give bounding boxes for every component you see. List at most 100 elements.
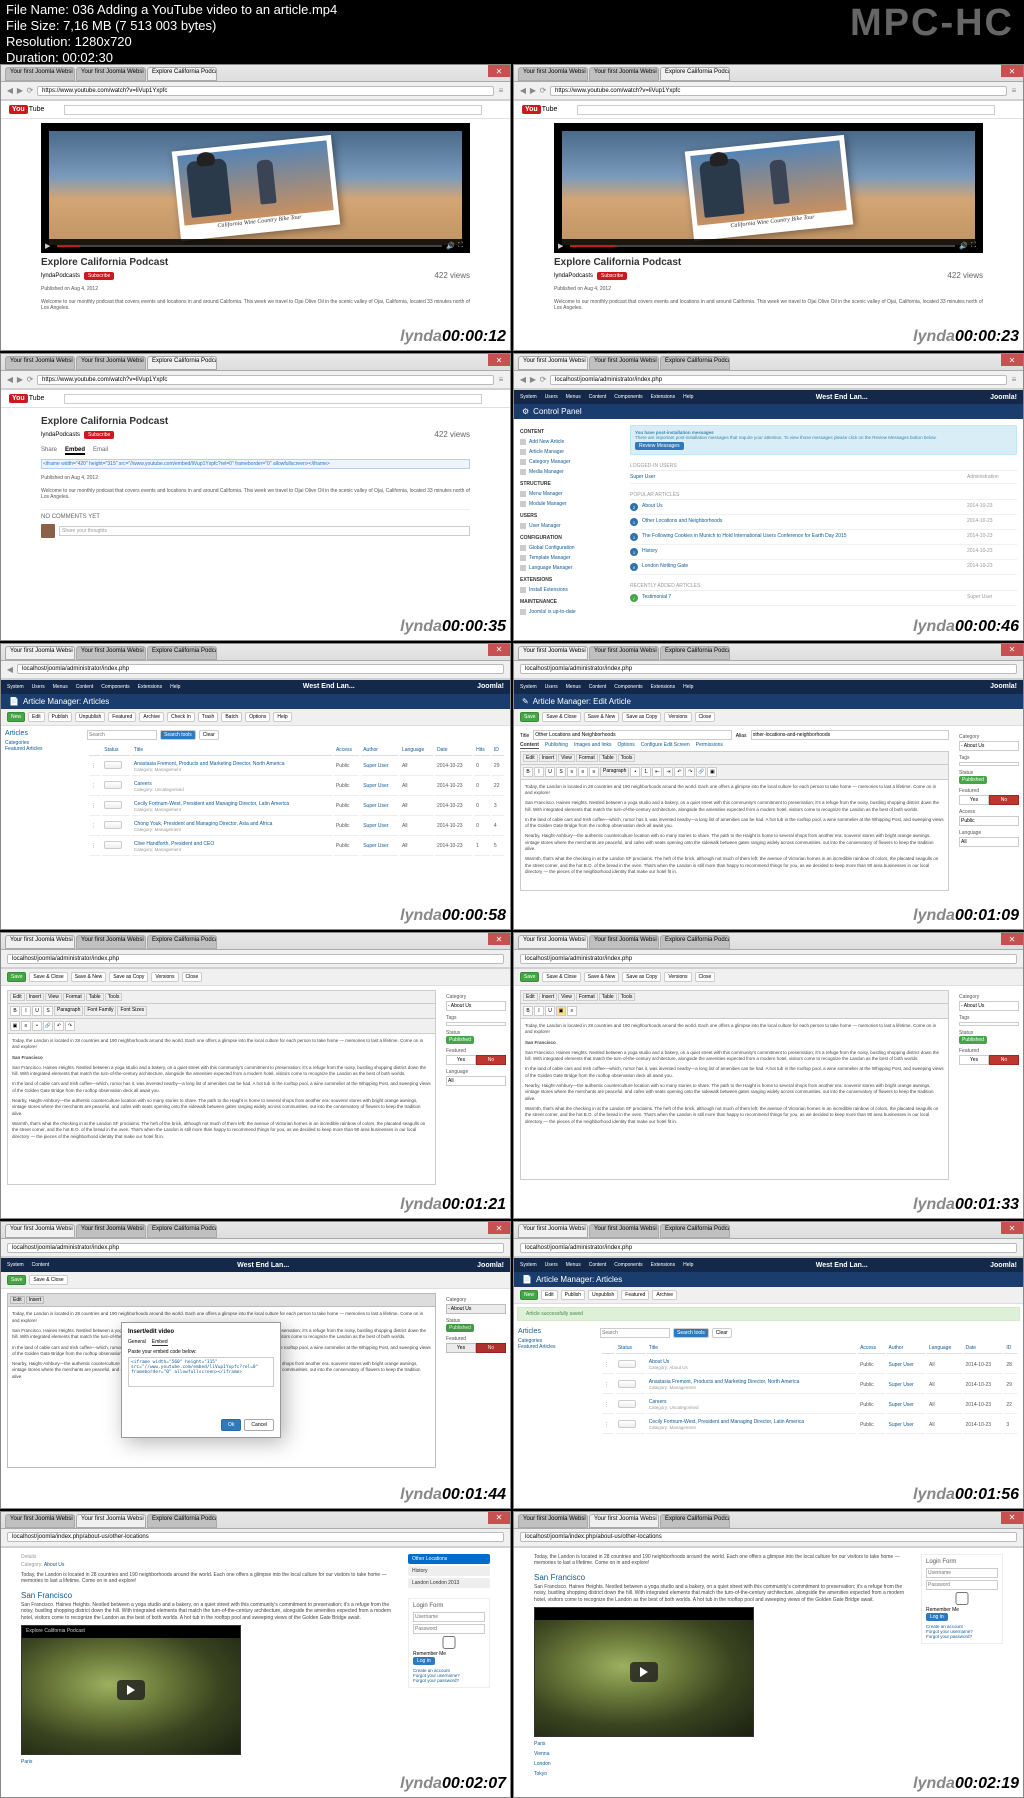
video-insert-icon[interactable]: ▣ (556, 1006, 566, 1016)
align-left-icon[interactable]: ≡ (567, 767, 577, 777)
embedded-video[interactable]: Explore California Podcast (21, 1625, 241, 1755)
featured-button[interactable]: Featured (108, 712, 136, 722)
search-input[interactable] (87, 730, 157, 740)
volume-icon[interactable]: 🔊 (446, 242, 454, 250)
subscribe-button[interactable]: Subscribe (84, 272, 114, 280)
indent-icon[interactable]: ⇥ (663, 767, 673, 777)
menu-help[interactable]: Help (683, 394, 693, 400)
menu-menus[interactable]: Menus (566, 394, 581, 400)
password-input[interactable] (413, 1624, 485, 1634)
menu-icon[interactable]: ≡ (496, 86, 506, 96)
insert-video-modal: Insert/edit video GeneralEmbed Paste you… (121, 1322, 281, 1438)
sidebar-article-mgr[interactable]: Article Manager (520, 447, 618, 457)
edit-button[interactable]: Edit (28, 712, 45, 722)
menu-users[interactable]: Users (545, 394, 558, 400)
unpublish-button[interactable]: Unpublish (75, 712, 105, 722)
strike-icon[interactable]: S (556, 767, 566, 777)
table-row[interactable]: ⋮Chong Youk, President and Managing Dire… (89, 818, 504, 836)
nav-other-locations[interactable]: Other Locations (408, 1554, 490, 1564)
review-messages-button[interactable]: Review Messages (635, 442, 684, 450)
save-copy-button[interactable]: Save as Copy (622, 712, 661, 722)
video-insert-icon[interactable]: ▣ (10, 1021, 20, 1031)
link-icon[interactable]: 🔗 (696, 767, 706, 777)
alias-input[interactable] (751, 730, 949, 740)
url-input[interactable]: https://www.youtube.com/watch?v=liVup1Yx… (37, 86, 494, 96)
play-icon[interactable]: ▶ (45, 242, 53, 250)
options-button[interactable]: Options (245, 712, 270, 722)
status-badge[interactable]: Published (959, 776, 987, 784)
help-button[interactable]: Help (273, 712, 291, 722)
share-tab-embed[interactable]: Embed (65, 447, 85, 455)
close-button[interactable]: Close (695, 712, 716, 722)
table-row[interactable]: ⋮Clive Handforth, President and CEOCateg… (89, 838, 504, 856)
search-tools-button[interactable]: Search tools (160, 730, 196, 740)
play-icon[interactable] (117, 1680, 145, 1700)
window-close-button[interactable]: ✕ (488, 65, 510, 77)
sidebar-category-mgr[interactable]: Category Manager (520, 457, 618, 467)
window-close-button[interactable]: ✕ (1001, 65, 1023, 77)
italic-icon[interactable]: I (534, 767, 544, 777)
save-new-button[interactable]: Save & New (584, 712, 620, 722)
embedded-video[interactable] (534, 1607, 754, 1737)
video-controls[interactable]: ▶ 🔊 ⛶ (41, 239, 470, 253)
play-icon[interactable] (630, 1662, 658, 1682)
menu-extensions[interactable]: Extensions (651, 394, 675, 400)
bold-icon[interactable]: B (523, 767, 533, 777)
new-button[interactable]: New (7, 712, 25, 722)
editor-body[interactable]: Today, the Landon is located in 28 count… (521, 780, 948, 890)
category-select[interactable]: - About Us (959, 741, 1019, 751)
sidebar-add-article[interactable]: Add New Article (520, 437, 618, 447)
embed-code-input[interactable]: <iframe width="420" height="315" src="//… (41, 459, 470, 469)
back-icon[interactable]: ◀ (5, 86, 15, 96)
image-icon[interactable]: ▣ (707, 767, 717, 777)
outdent-icon[interactable]: ⇤ (652, 767, 662, 777)
youtube-logo-icon[interactable]: You (9, 105, 28, 114)
align-center-icon[interactable]: ≡ (578, 767, 588, 777)
browser-tab[interactable]: Explore California Podcast (147, 67, 217, 81)
share-tab-share[interactable]: Share (41, 447, 57, 455)
undo-icon[interactable]: ↶ (674, 767, 684, 777)
table-row[interactable]: ⋮CareersCategory: UncategorisedPublicSup… (89, 778, 504, 796)
remember-checkbox[interactable] (413, 1636, 485, 1649)
clear-button[interactable]: Clear (199, 730, 219, 740)
align-right-icon[interactable]: ≡ (589, 767, 599, 777)
progress-bar[interactable] (57, 245, 442, 247)
menu-components[interactable]: Components (614, 394, 642, 400)
reload-icon[interactable]: ⟳ (25, 86, 35, 96)
browser-tab[interactable]: Your first Joomla Websi (5, 67, 75, 81)
table-row[interactable]: ⋮Cecily Fortnum-West, President and Mana… (89, 798, 504, 816)
save-close-button[interactable]: Save & Close (542, 712, 580, 722)
modal-tab-general[interactable]: General (128, 1339, 146, 1346)
title-input[interactable] (533, 730, 731, 740)
ok-button[interactable]: Ok (221, 1419, 241, 1431)
archive-button[interactable]: Archive (139, 712, 164, 722)
menu-system[interactable]: System (520, 394, 537, 400)
username-input[interactable] (413, 1612, 485, 1622)
redo-icon[interactable]: ↷ (685, 767, 695, 777)
publish-button[interactable]: Publish (48, 712, 72, 722)
versions-button[interactable]: Versions (664, 712, 691, 722)
share-tab-email[interactable]: Email (93, 447, 108, 455)
embed-code-textarea[interactable]: <iframe width="560" height="315" src="//… (128, 1357, 274, 1387)
comment-input[interactable]: Share your thoughts (59, 526, 470, 536)
sidebar-media-mgr[interactable]: Media Manager (520, 467, 618, 477)
fullscreen-icon[interactable]: ⛶ (458, 242, 466, 250)
youtube-search-input[interactable] (64, 105, 482, 115)
underline-icon[interactable]: U (545, 767, 555, 777)
checkin-button[interactable]: Check In (167, 712, 195, 722)
menu-content[interactable]: Content (589, 394, 607, 400)
save-button[interactable]: Save (520, 712, 539, 722)
trash-button[interactable]: Trash (198, 712, 219, 722)
cancel-button[interactable]: Cancel (244, 1419, 274, 1431)
tags-select[interactable] (959, 762, 1019, 766)
table-row[interactable]: ⋮Anastasia Fremont, Products and Marketi… (89, 758, 504, 776)
forward-icon[interactable]: ▶ (15, 86, 25, 96)
modal-tab-embed[interactable]: Embed (152, 1339, 168, 1346)
video-channel[interactable]: lyndaPodcasts (41, 273, 80, 279)
list-icon[interactable]: • (630, 767, 640, 777)
batch-button[interactable]: Batch (221, 712, 242, 722)
login-button[interactable]: Log in (413, 1657, 435, 1665)
numlist-icon[interactable]: 1. (641, 767, 651, 777)
video-player[interactable]: California Wine Country Bike Tour ▶ 🔊 ⛶ (41, 123, 470, 253)
browser-tab[interactable]: Your first Joomla Websi (76, 67, 146, 81)
